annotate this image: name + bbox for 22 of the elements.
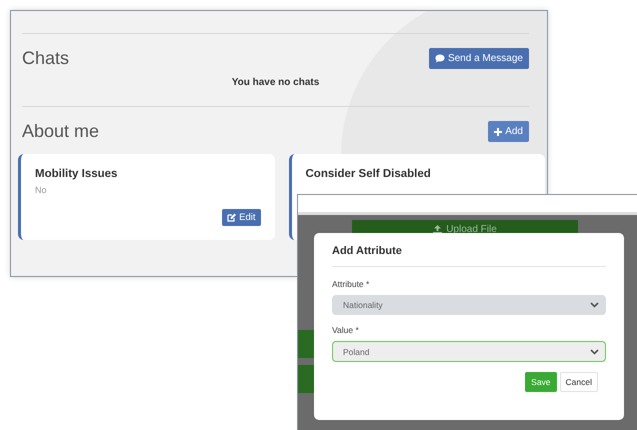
chevron-down-icon	[590, 348, 599, 354]
select-field[interactable]: Poland	[332, 341, 606, 362]
plus-icon	[494, 128, 502, 136]
dialog-title: Add Attribute	[332, 245, 403, 257]
save-button[interactable]: Save	[525, 372, 557, 392]
add-button[interactable]: Add	[488, 121, 529, 142]
chevron-down-icon	[590, 302, 599, 308]
no-chats-message: You have no chats	[230, 77, 320, 88]
field-label: Value *	[332, 325, 360, 335]
speech-bubble-icon	[434, 54, 445, 63]
card-value: No	[35, 185, 48, 195]
cancel-button[interactable]: Cancel	[560, 372, 598, 392]
card-title: Mobility Issues	[35, 168, 118, 180]
field-label: Attribute *	[332, 279, 370, 289]
edit-button[interactable]: Edit	[222, 209, 260, 226]
card-title: Consider Self Disabled	[306, 168, 432, 180]
background-panel	[298, 365, 314, 393]
send-message-button[interactable]: Send a Message	[428, 48, 529, 69]
edit-icon	[227, 213, 236, 222]
about-me-heading: About me	[22, 121, 100, 142]
chats-heading: Chats	[22, 48, 70, 69]
background-panel	[298, 330, 314, 358]
